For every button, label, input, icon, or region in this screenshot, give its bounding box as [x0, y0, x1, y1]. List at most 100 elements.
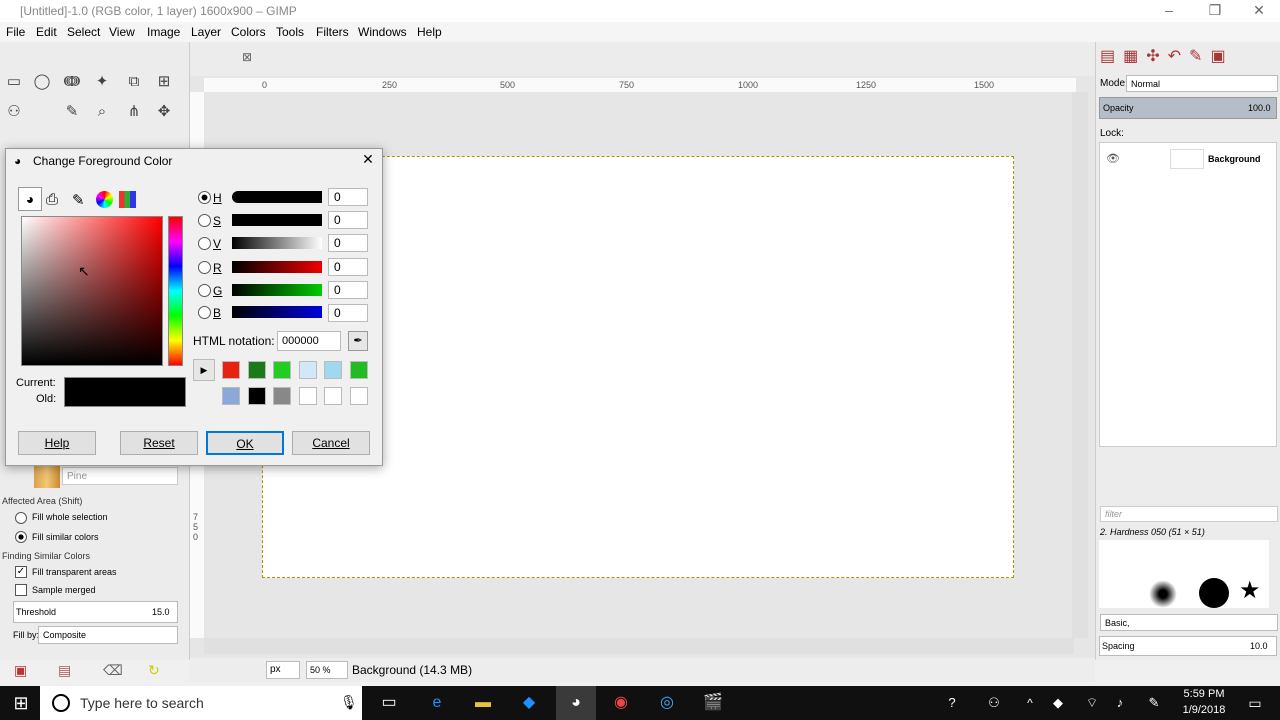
spin-s[interactable]: 0: [328, 211, 368, 229]
layer-name[interactable]: Background: [1208, 154, 1261, 164]
gimp-taskbar-icon[interactable]: ◕: [556, 686, 596, 720]
sample-merged-checkbox[interactable]: [15, 584, 27, 596]
slider-r[interactable]: [232, 261, 322, 273]
history-arrow-icon[interactable]: ▶: [193, 359, 215, 381]
radio-r[interactable]: [198, 261, 211, 274]
delete-options-icon[interactable]: ⌫: [103, 662, 123, 679]
radio-b[interactable]: [198, 306, 211, 319]
chrome-icon[interactable]: ◉: [604, 686, 638, 720]
history-swatch[interactable]: [222, 361, 240, 379]
zoom-icon[interactable]: ⌕: [90, 100, 114, 124]
color-picker-icon[interactable]: ✎: [60, 100, 84, 124]
history-swatch[interactable]: [273, 387, 291, 405]
mode-select[interactable]: Normal: [1126, 75, 1278, 92]
menu-tools[interactable]: Tools: [276, 25, 304, 39]
menu-image[interactable]: Image: [147, 25, 180, 39]
radio-v[interactable]: [198, 237, 211, 250]
spin-b[interactable]: 0: [328, 304, 368, 322]
save-options-icon[interactable]: ▣: [14, 662, 27, 679]
maximize-button[interactable]: ❐: [1192, 0, 1238, 22]
history-swatch[interactable]: [247, 361, 266, 379]
history-swatch[interactable]: [222, 387, 240, 405]
menu-edit[interactable]: Edit: [36, 25, 57, 39]
brush-tabs[interactable]: [1096, 478, 1280, 508]
fill-similar-radio[interactable]: [15, 531, 27, 543]
brush-thumb[interactable]: [1199, 578, 1229, 608]
fill-transparent-checkbox[interactable]: ✓: [15, 566, 27, 578]
slider-b[interactable]: [232, 306, 322, 318]
star-brush-icon[interactable]: ★: [1239, 576, 1261, 605]
brush-thumb[interactable]: [1149, 580, 1177, 608]
scissors-icon[interactable]: ⊞: [152, 70, 176, 94]
color-select-icon[interactable]: ⧉: [122, 70, 146, 94]
foreground-select-icon[interactable]: ⚇: [2, 100, 26, 124]
history-swatch[interactable]: [247, 387, 266, 405]
zoom-select[interactable]: 50 %: [306, 661, 348, 679]
gimp-selector-tab[interactable]: ◕: [18, 187, 42, 211]
clock-date[interactable]: 1/9/2018: [1176, 704, 1232, 716]
menu-select[interactable]: Select: [67, 25, 100, 39]
pen-icon[interactable]: ✎: [1142, 686, 1166, 720]
slider-s[interactable]: [232, 214, 322, 226]
history-swatch[interactable]: [273, 361, 291, 379]
eyedropper-icon[interactable]: ✒: [348, 331, 368, 351]
ellipse-select-icon[interactable]: ◯: [30, 70, 54, 94]
reset-options-icon[interactable]: ↻: [148, 662, 160, 679]
fill-whole-radio[interactable]: [15, 512, 27, 524]
dock-tabs[interactable]: ▤▦✣↶✎▣: [1100, 46, 1250, 72]
history-swatch[interactable]: [324, 387, 342, 405]
help-tray-icon[interactable]: ?: [940, 686, 964, 720]
horizontal-scrollbar[interactable]: [204, 638, 1074, 654]
fill-by-select[interactable]: Composite: [38, 626, 178, 644]
move-icon[interactable]: ✥: [152, 100, 176, 124]
close-window-button[interactable]: ✕: [1236, 0, 1280, 22]
app-icon[interactable]: ◎: [650, 686, 684, 720]
opacity-slider[interactable]: Opacity 100.0: [1099, 97, 1277, 119]
task-view-icon[interactable]: ▭: [372, 686, 406, 720]
menu-windows[interactable]: Windows: [358, 25, 407, 39]
menu-view[interactable]: View: [109, 25, 135, 39]
eye-icon[interactable]: 👁: [1106, 152, 1120, 165]
cmyk-selector-icon[interactable]: ⎙: [46, 191, 58, 208]
history-swatch[interactable]: [349, 361, 368, 379]
history-swatch[interactable]: [298, 361, 317, 379]
spacing-slider[interactable]: Spacing 10.0: [1099, 636, 1277, 656]
tab-close-icon[interactable]: ⊠: [242, 50, 260, 68]
spin-h[interactable]: 0: [328, 188, 368, 206]
rect-select-icon[interactable]: ▭: [2, 70, 26, 94]
pattern-name[interactable]: Pine: [62, 467, 178, 485]
menu-file[interactable]: File: [6, 25, 25, 39]
slider-v[interactable]: [232, 237, 322, 249]
vertical-scrollbar[interactable]: [1072, 92, 1088, 638]
ok-button[interactable]: OK: [206, 431, 284, 455]
volume-icon[interactable]: ♪: [1108, 686, 1132, 720]
spin-r[interactable]: 0: [328, 258, 368, 276]
minimize-button[interactable]: –: [1146, 0, 1192, 22]
menu-colors[interactable]: Colors: [231, 25, 266, 39]
edge-icon[interactable]: e: [420, 686, 454, 720]
reset-button[interactable]: Reset: [120, 431, 198, 455]
menu-help[interactable]: Help: [417, 25, 442, 39]
free-select-icon[interactable]: ↈ: [60, 70, 84, 94]
pattern-swatch[interactable]: [34, 464, 60, 488]
dialog-close-button[interactable]: ✕: [358, 151, 378, 171]
history-swatch[interactable]: [324, 361, 342, 379]
menu-filters[interactable]: Filters: [316, 25, 349, 39]
unit-select[interactable]: px: [266, 661, 300, 679]
spin-v[interactable]: 0: [328, 234, 368, 252]
menu-layer[interactable]: Layer: [191, 25, 221, 39]
threshold-slider[interactable]: Threshold 15.0: [13, 601, 178, 623]
html-notation-input[interactable]: 000000: [277, 331, 341, 351]
help-button[interactable]: Help: [18, 431, 96, 455]
measure-icon[interactable]: ⋔: [122, 100, 146, 124]
palette-selector-icon[interactable]: [119, 191, 136, 208]
hue-strip[interactable]: [168, 216, 183, 366]
history-swatch[interactable]: [298, 387, 317, 405]
people-icon[interactable]: ⚇: [982, 686, 1006, 720]
dropbox-icon[interactable]: ◆: [512, 686, 546, 720]
slider-g[interactable]: [232, 284, 322, 296]
wifi-icon[interactable]: ⌔: [1080, 686, 1104, 720]
clock-time[interactable]: 5:59 PM: [1176, 688, 1232, 700]
start-icon[interactable]: ⊞: [6, 686, 36, 720]
notification-icon[interactable]: ▭: [1240, 686, 1270, 720]
